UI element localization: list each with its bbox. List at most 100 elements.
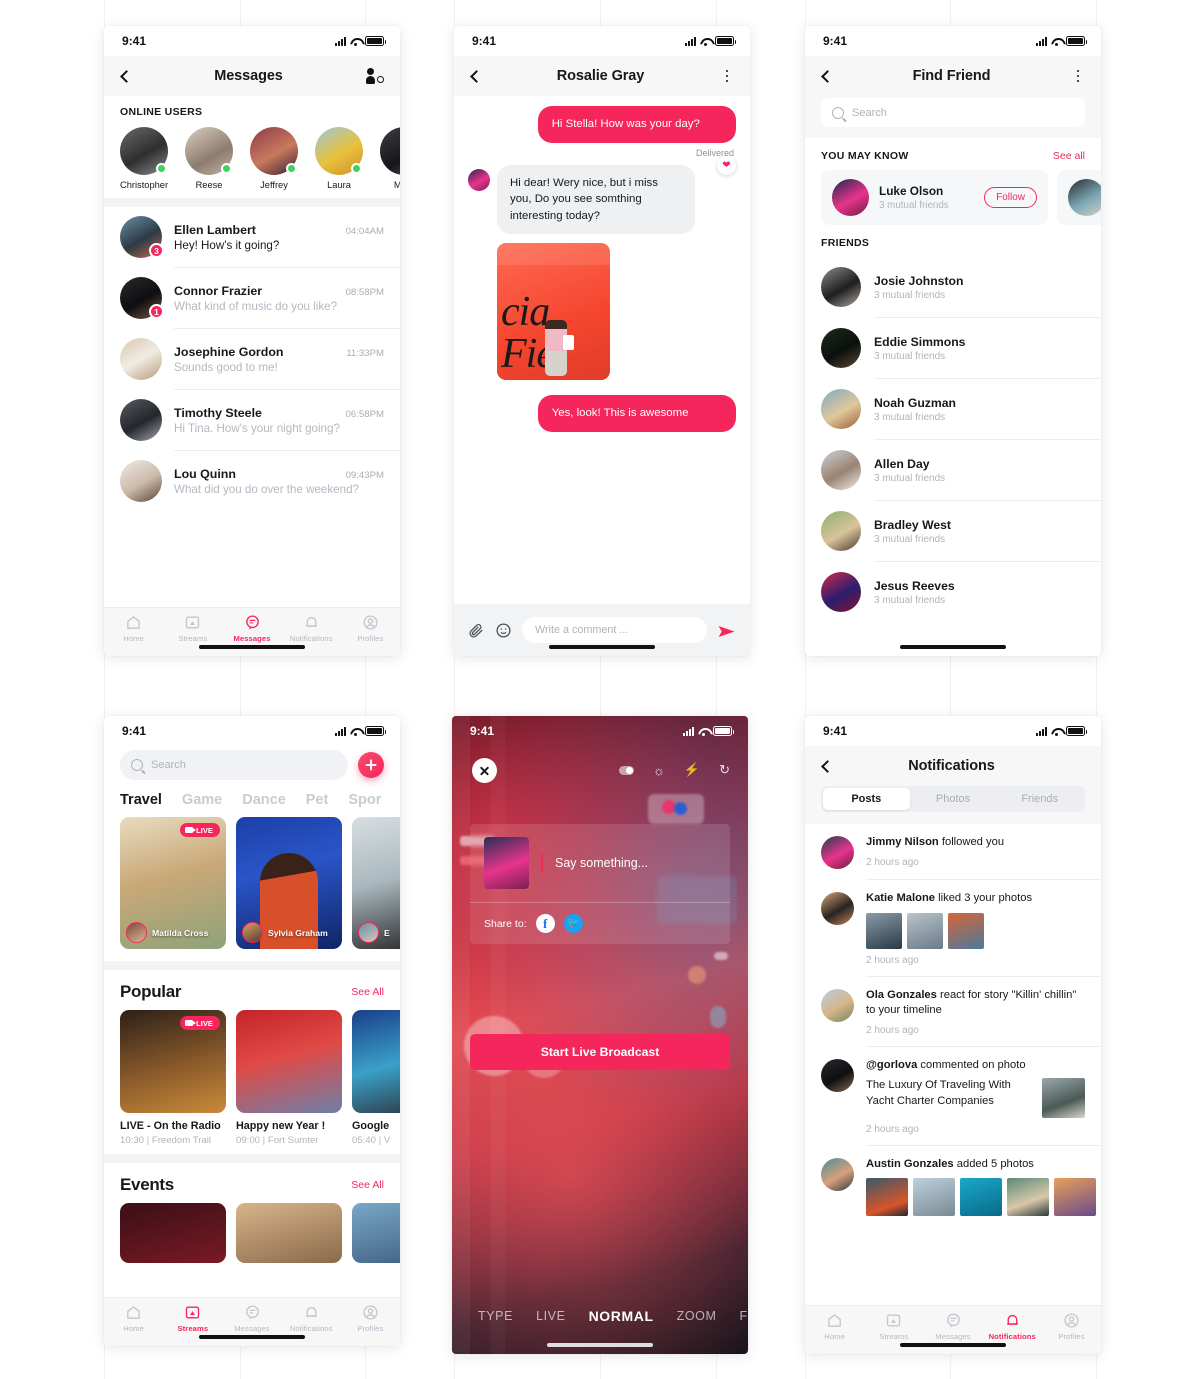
conversation-row[interactable]: 1 Connor Frazier 08:58PM What kind of mu…	[104, 268, 400, 328]
mode-normal[interactable]: NORMAL	[589, 1308, 654, 1324]
comment-input[interactable]	[522, 617, 707, 643]
tab-home[interactable]: Home	[104, 1304, 163, 1333]
popular-list[interactable]: LIVE LIVE - On the Radio 10:30 | Freedom…	[104, 1010, 400, 1154]
add-friend-icon[interactable]	[366, 68, 384, 84]
event-card[interactable]	[236, 1203, 342, 1263]
thumbnail[interactable]	[866, 1178, 908, 1217]
say-something-input[interactable]: Say something...	[555, 856, 648, 870]
tab-profiles[interactable]: Profiles	[1042, 1312, 1101, 1341]
paperclip-icon[interactable]	[468, 622, 485, 639]
popular-card[interactable]: Happy new Year ! 09:00 | Fort Sumter	[236, 1010, 342, 1146]
thumbnail[interactable]	[1054, 1178, 1096, 1217]
close-icon[interactable]	[472, 758, 497, 783]
notification-row[interactable]: @gorlova commented on photo The Luxury O…	[805, 1047, 1101, 1145]
thumbnail[interactable]	[907, 912, 943, 949]
thumbnail[interactable]	[948, 912, 984, 949]
search-box[interactable]	[120, 750, 348, 780]
online-user[interactable]: Jeffrey	[250, 127, 298, 190]
notification-thumbnails[interactable]	[866, 1178, 1096, 1217]
mode-type[interactable]: TYPE	[478, 1309, 513, 1323]
conversation-row[interactable]: 3 Ellen Lambert 04:04AM Hey! How's it go…	[104, 207, 400, 267]
stream-card[interactable]: E	[352, 817, 400, 949]
flash-icon[interactable]: ⚡	[684, 762, 700, 778]
heart-icon[interactable]: ❤	[717, 156, 736, 175]
mode-zoom[interactable]: ZOOM	[677, 1309, 717, 1323]
suggestion-card[interactable]: Luke Olson 3 mutual friends Follow	[821, 170, 1048, 225]
thumbnail[interactable]	[1042, 1077, 1085, 1118]
event-card[interactable]	[352, 1203, 400, 1263]
send-icon[interactable]	[717, 622, 736, 639]
category-sport[interactable]: Spor	[348, 792, 381, 808]
stream-card-list[interactable]: LIVE Matilda Cross Sylvia Graham E	[104, 817, 400, 961]
event-card[interactable]	[120, 1203, 226, 1263]
category-travel[interactable]: Travel	[120, 792, 162, 808]
tab-home[interactable]: Home	[805, 1312, 864, 1341]
tab-notifications[interactable]: Notifications	[282, 614, 341, 643]
conversation-row[interactable]: Lou Quinn 09:43PM What did you do over t…	[104, 451, 400, 511]
see-all-link[interactable]: See All	[351, 1179, 384, 1191]
see-all-link[interactable]: See all	[1053, 150, 1085, 162]
thumbnail[interactable]	[960, 1178, 1002, 1217]
mode-live[interactable]: LIVE	[536, 1309, 566, 1323]
mode-focus[interactable]: FOCU	[740, 1309, 748, 1323]
tab-profiles[interactable]: Profiles	[341, 1304, 400, 1333]
follow-button[interactable]: Follow	[984, 187, 1037, 208]
stream-card[interactable]: Sylvia Graham	[236, 817, 342, 949]
tab-home[interactable]: Home	[104, 614, 163, 643]
thumbnail[interactable]	[866, 912, 902, 949]
tab-streams[interactable]: Streams	[163, 1304, 222, 1333]
category-dance[interactable]: Dance	[242, 792, 286, 808]
category-game[interactable]: Game	[182, 792, 222, 808]
suggestion-card[interactable]	[1057, 170, 1101, 225]
tab-messages[interactable]: Messages	[923, 1312, 982, 1341]
tab-photos[interactable]: Photos	[910, 788, 997, 810]
tab-messages[interactable]: Messages	[222, 614, 281, 643]
tab-notifications[interactable]: Notifications	[282, 1304, 341, 1333]
friend-row[interactable]: Bradley West 3 mutual friends	[805, 501, 1101, 561]
notification-row[interactable]: Jimmy Nilson followed you 2 hours ago	[805, 824, 1101, 879]
tab-streams[interactable]: Streams	[864, 1312, 923, 1341]
search-box[interactable]	[821, 98, 1085, 127]
stream-card[interactable]: LIVE Matilda Cross	[120, 817, 226, 949]
events-list[interactable]	[104, 1203, 400, 1263]
brightness-icon[interactable]: ☼	[653, 763, 665, 778]
notification-row[interactable]: Katie Malone liked 3 your photos 2 hours…	[805, 880, 1101, 976]
camera-tools[interactable]: ☼ ⚡ ↻	[618, 762, 730, 778]
search-input[interactable]	[151, 759, 337, 771]
start-live-broadcast-button[interactable]: Start Live Broadcast	[470, 1034, 730, 1070]
conversation-row[interactable]: Josephine Gordon 11:33PM Sounds good to …	[104, 329, 400, 389]
online-user[interactable]: Christopher	[120, 127, 168, 190]
camera-mode-selector[interactable]: TYPE LIVE NORMAL ZOOM FOCU	[452, 1308, 748, 1324]
popular-card[interactable]: Google 05:40 | V	[352, 1010, 400, 1146]
twitter-icon[interactable]: 🐦	[563, 914, 583, 933]
more-vertical-icon[interactable]	[720, 68, 734, 84]
category-pet[interactable]: Pet	[306, 792, 329, 808]
notification-row[interactable]: Austin Gonzales added 5 photos	[805, 1146, 1101, 1227]
tab-profiles[interactable]: Profiles	[341, 614, 400, 643]
see-all-link[interactable]: See All	[351, 986, 384, 998]
tab-notifications[interactable]: Notifications	[983, 1312, 1042, 1341]
tab-posts[interactable]: Posts	[823, 788, 910, 810]
category-tabs[interactable]: Travel Game Dance Pet Spor	[104, 791, 400, 817]
conversation-row[interactable]: Timothy Steele 06:58PM Hi Tina. How's yo…	[104, 390, 400, 450]
more-vertical-icon[interactable]	[1071, 68, 1085, 84]
segmented-control[interactable]: Posts Photos Friends	[821, 786, 1085, 812]
notification-thumbnails[interactable]	[866, 912, 1085, 949]
friend-row[interactable]: Eddie Simmons 3 mutual friends	[805, 318, 1101, 378]
popular-card[interactable]: LIVE LIVE - On the Radio 10:30 | Freedom…	[120, 1010, 226, 1146]
friend-row[interactable]: Jesus Reeves 3 mutual friends	[805, 562, 1101, 622]
facebook-icon[interactable]: f	[535, 914, 555, 933]
toggle-icon[interactable]	[618, 765, 634, 775]
online-users-row[interactable]: Christopher Reese Jeffrey Laura Mald	[120, 127, 400, 190]
you-may-know-list[interactable]: Luke Olson 3 mutual friends Follow	[805, 170, 1101, 225]
online-user[interactable]: Mald	[380, 127, 400, 190]
rotate-camera-icon[interactable]: ↻	[719, 762, 730, 778]
tab-friends[interactable]: Friends	[996, 788, 1083, 810]
thumbnail[interactable]	[1007, 1178, 1049, 1217]
thumbnail[interactable]	[913, 1178, 955, 1217]
online-user[interactable]: Reese	[185, 127, 233, 190]
notification-row[interactable]: Ola Gonzales react for story "Killin' ch…	[805, 977, 1101, 1046]
friend-row[interactable]: Josie Johnston 3 mutual friends	[805, 257, 1101, 317]
add-stream-button[interactable]	[358, 752, 384, 778]
friend-row[interactable]: Noah Guzman 3 mutual friends	[805, 379, 1101, 439]
